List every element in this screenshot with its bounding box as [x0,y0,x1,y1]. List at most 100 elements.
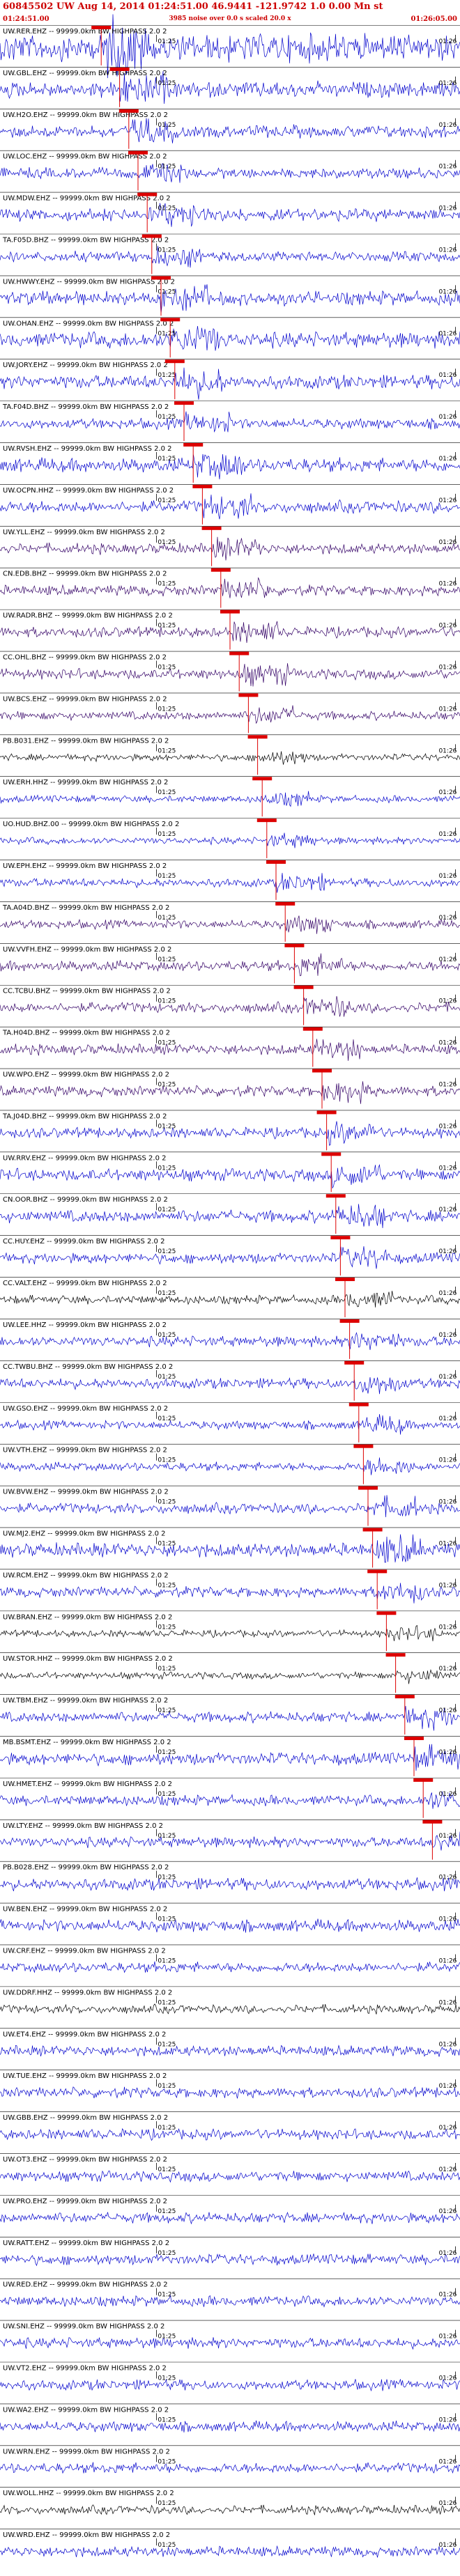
waveform-trace [0,2128,460,2141]
waveform-trace [0,1039,460,1061]
tick-label: 01:26 [438,164,457,171]
tick-label: 01:25 [158,2041,176,2048]
tick-label: 01:25 [158,1875,176,1881]
pick-marker [118,109,139,113]
station-label: UW.YLL.EHZ -- 99999.0km BW HIGHPASS 2.0 … [3,529,165,536]
tick-label: 01:25 [158,623,176,630]
tick-label: 01:26 [438,1999,457,2006]
station-label: TA.F04D.BHZ -- 99999.0km BW HIGHPASS 2.0… [2,403,169,411]
station-label: UW.WRN.EHZ -- 99999.0km BW HIGHPASS 2.0 … [3,2448,170,2455]
trace-row: UW.EPH.EHZ -- 99999.0km BW HIGHPASS 2.0 … [0,860,460,900]
tick-label: 01:25 [158,372,176,379]
station-label: UO.HUD.BHZ.00 -- 99999.0km BW HIGHPASS 2… [3,821,179,828]
pick-marker [302,1027,323,1031]
tick-label: 01:26 [438,1290,457,1297]
pick-marker [256,818,277,823]
waveform-trace [0,1332,460,1350]
waveform-trace [0,1624,460,1642]
waveform-trace [0,453,460,480]
waveform-trace [0,577,460,598]
tick-label: 01:26 [438,414,457,421]
waveform-trace [0,1413,460,1435]
trace-row: CC.HUY.EHZ -- 99999.0km BW HIGHPASS 2.0 … [0,1235,460,1276]
waveform-trace [0,1705,460,1731]
tick-label: 01:25 [158,1374,176,1381]
tick-label: 01:26 [438,247,457,254]
station-label: UW.BCS.EHZ -- 99999.0km BW HIGHPASS 2.0 … [3,695,167,703]
tick-label: 01:25 [158,1499,176,1506]
tick-label: 01:25 [158,1916,176,1923]
station-label: CN.OOR.BHZ -- 99999.0km BW HIGHPASS 2.0 … [3,1196,168,1204]
waveform-trace [0,118,460,143]
station-label: UW.RED.EHZ -- 99999.0km BW HIGHPASS 2.0 … [3,2281,168,2289]
trace-row: UW.ET4.EHZ -- 99999.0km BW HIGHPASS 2.0 … [0,2028,460,2057]
station-label: TA.H04D.BHZ -- 99999.0km BW HIGHPASS 2.0… [2,1030,170,1037]
tick-label: 01:25 [158,1332,176,1339]
tick-label: 01:25 [158,915,176,922]
tick-label: 01:26 [438,80,457,87]
waveform-trace [0,751,460,765]
pick-marker [394,1695,415,1699]
trace-row: UW.RCM.EHZ -- 99999.0km BW HIGHPASS 2.0 … [0,1569,460,1610]
trace-row: UW.BRAN.EHZ -- 99999.0km BW HIGHPASS 2.0… [0,1611,460,1652]
tick-label: 01:25 [158,956,176,963]
waveform-trace [0,1204,460,1229]
trace-row: UW.ERH.HHZ -- 99999.0km BW HIGHPASS 2.0 … [0,776,460,817]
trace-row: UW.HWWY.EHZ -- 99999.0km BW HIGHPASS 2.0… [0,275,460,316]
station-label: UW.TBM.EHZ -- 99999.0km BW HIGHPASS 2.0 … [3,1697,168,1705]
waveform-trace [0,245,460,268]
pick-marker [348,1402,369,1406]
pick-marker [335,1278,355,1282]
pick-marker [91,26,112,29]
station-label: UW.VVFH.EHZ -- 99999.0km BW HIGHPASS 2.0… [3,946,171,954]
station-label: UW.LEE.HHZ -- 99999.0km BW HIGHPASS 2.0 … [3,1321,167,1329]
tick-label: 01:25 [158,330,176,337]
pick-marker [353,1444,374,1448]
tick-label: 01:25 [158,2125,176,2132]
station-label: UW.GSO.EHZ -- 99999.0km BW HIGHPASS 2.0 … [3,1405,168,1413]
pick-marker [344,1360,365,1365]
trace-row: UW.WPO.EHZ -- 99999.0km BW HIGHPASS 2.0 … [0,1068,460,1109]
tick-label: 01:25 [158,288,176,295]
trace-row: TA.J04D.BHZ -- 99999.0km BW HIGHPASS 2.0… [0,1110,460,1151]
tick-label: 01:26 [438,1833,457,1840]
trace-row: UW.SNI.EHZ -- 99999.0km BW HIGHPASS 2.0 … [0,2320,460,2350]
pick-marker [160,318,181,322]
tick-label: 01:25 [158,164,176,171]
waveform-trace [0,1246,460,1269]
station-label: UW.VT2.EHZ -- 99999.0km BW HIGHPASS 2.0 … [3,2364,167,2372]
tick-label: 01:26 [438,1415,457,1422]
station-label: UW.DDRF.HHZ -- 99999.0km BW HIGHPASS 2.0… [3,1989,172,1996]
station-label: UW.WPO.EHZ -- 99999.0km BW HIGHPASS 2.0 … [3,1071,169,1079]
pick-marker [404,1736,424,1740]
pick-marker [210,568,231,572]
trace-row: UO.HUD.BHZ.00 -- 99999.0km BW HIGHPASS 2… [0,818,460,859]
pick-marker [137,192,158,196]
tick-label: 01:25 [158,873,176,880]
waveform-trace [0,367,460,400]
waveform-trace [0,2253,460,2267]
tick-label: 01:25 [158,1540,176,1547]
waveform-trace [0,2337,460,2350]
waveform-trace [0,2504,460,2515]
waveform-trace [0,2170,460,2183]
station-label: UW.SNI.EHZ -- 99999.0km BW HIGHPASS 2.0 … [3,2323,164,2331]
station-label: UW.RVSH.EHZ -- 99999.0km BW HIGHPASS 2.0… [3,445,172,453]
tick-label: 01:25 [158,1123,176,1130]
waveform-trace [0,1376,460,1395]
station-label: CC.VALT.EHZ -- 99999.0km BW HIGHPASS 2.0… [3,1280,167,1287]
waveform-trace [0,1121,460,1146]
tick-label: 01:26 [438,915,457,922]
trace-row: UW.YLL.EHZ -- 99999.0km BW HIGHPASS 2.0 … [0,526,460,566]
station-label: CC.TCBU.BHZ -- 99999.0km BW HIGHPASS 2.0… [3,988,171,995]
tick-label: 01:25 [158,497,176,504]
tick-label: 01:25 [158,1707,176,1714]
tick-label: 01:26 [438,372,457,379]
trace-row: UW.VVFH.EHZ -- 99999.0km BW HIGHPASS 2.0… [0,943,460,984]
trace-row: UW.RER.EHZ -- 99999.0km BW HIGHPASS 2.0 … [0,14,460,79]
pick-marker [183,443,204,447]
waveform-trace [0,1831,460,1851]
trace-row: UW.MJ2.EHZ -- 99999.0km BW HIGHPASS 2.0 … [0,1527,460,1568]
tick-label: 01:25 [158,2208,176,2215]
station-label: UW.CRF.EHZ -- 99999.0km BW HIGHPASS 2.0 … [3,1947,166,1955]
